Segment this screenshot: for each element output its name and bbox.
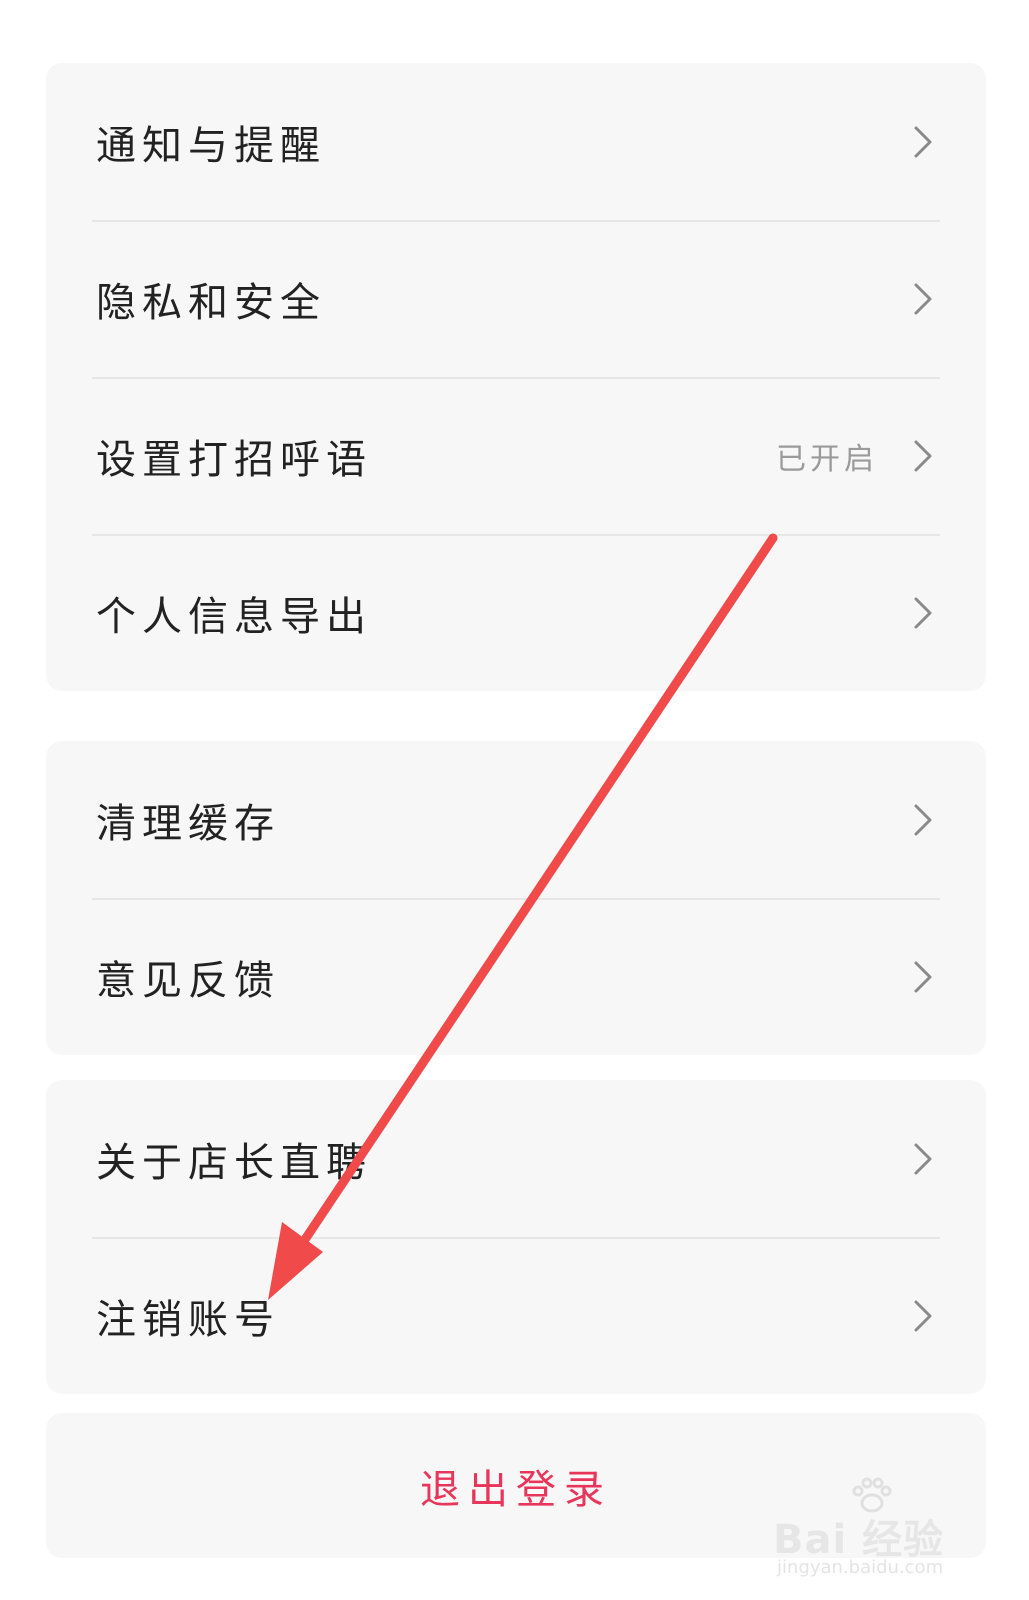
settings-row-label: 设置打招呼语 [96, 436, 372, 483]
settings-row-feedback[interactable]: 意见反馈 [46, 898, 986, 1055]
chevron-right-icon [914, 597, 932, 628]
logout-label: 退出登录 [420, 1466, 612, 1513]
greeting-status-value: 已开启 [776, 441, 878, 477]
settings-row-about[interactable]: 关于店长直聘 [46, 1080, 986, 1237]
baidu-jingyan-watermark: Bai 经验 jingyan.baidu.com [773, 1477, 973, 1582]
settings-row-label: 个人信息导出 [96, 593, 372, 640]
settings-row-greeting[interactable]: 设置打招呼语 已开启 [46, 377, 986, 534]
settings-group-account: 关于店长直聘 注销账号 [46, 1080, 986, 1394]
chevron-right-icon [914, 283, 932, 314]
settings-row-label: 意见反馈 [96, 957, 280, 1004]
settings-row-label: 通知与提醒 [96, 122, 326, 169]
settings-row-label: 关于店长直聘 [96, 1139, 372, 1186]
chevron-right-icon [914, 1300, 932, 1331]
settings-group-maintenance: 清理缓存 意见反馈 [46, 741, 986, 1055]
chevron-right-icon [914, 126, 932, 157]
settings-row-delete-account[interactable]: 注销账号 [46, 1237, 986, 1394]
chevron-right-icon [914, 1143, 932, 1174]
watermark-url: jingyan.baidu.com [777, 1557, 944, 1578]
settings-row-clear-cache[interactable]: 清理缓存 [46, 741, 986, 898]
chevron-right-icon [914, 804, 932, 835]
settings-row-label: 清理缓存 [96, 800, 280, 847]
settings-row-export-personal-info[interactable]: 个人信息导出 [46, 534, 986, 691]
settings-group-general: 通知与提醒 隐私和安全 设置打招呼语 已开启 个人信息导出 [46, 63, 986, 691]
settings-row-label: 隐私和安全 [96, 279, 326, 326]
settings-row-notifications[interactable]: 通知与提醒 [46, 63, 986, 220]
chevron-right-icon [914, 961, 932, 992]
settings-row-label: 注销账号 [96, 1296, 280, 1343]
settings-row-privacy-security[interactable]: 隐私和安全 [46, 220, 986, 377]
chevron-right-icon [914, 440, 932, 471]
